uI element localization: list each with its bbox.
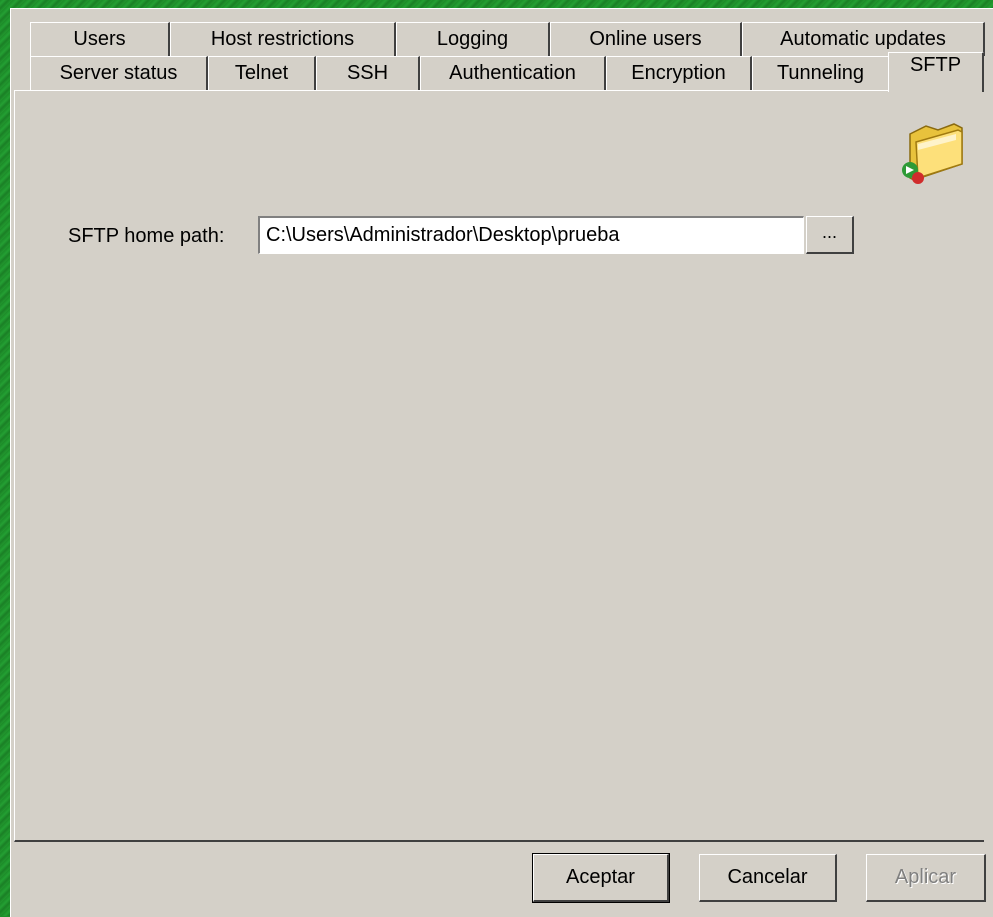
apply-button[interactable]: Aplicar [866, 854, 986, 902]
tab-label: Automatic updates [780, 28, 946, 50]
sftp-panel [14, 90, 984, 842]
tab-authentication[interactable]: Authentication [420, 56, 606, 90]
tab-automatic-updates[interactable]: Automatic updates [742, 22, 985, 56]
tab-label: Tunneling [776, 62, 865, 84]
tab-users[interactable]: Users [30, 22, 170, 56]
cancel-button[interactable]: Cancelar [699, 854, 837, 902]
tab-online-users[interactable]: Online users [550, 22, 742, 56]
tab-host-restrictions[interactable]: Host restrictions [170, 22, 396, 56]
ok-button[interactable]: Aceptar [532, 853, 670, 903]
sftp-home-path-input[interactable]: C:\Users\Administrador\Desktop\prueba [258, 216, 804, 254]
tab-label: Telnet [234, 62, 289, 84]
tab-label: Users [73, 28, 126, 50]
tab-label: Online users [589, 28, 702, 50]
tab-label: Authentication [449, 62, 576, 84]
cancel-button-label: Cancelar [727, 866, 808, 888]
tab-label: SSH [346, 62, 389, 84]
ok-button-label: Aceptar [566, 866, 635, 888]
tab-label: Server status [59, 62, 178, 84]
tab-server-status[interactable]: Server status [30, 56, 208, 90]
tab-label: SFTP [909, 54, 962, 76]
tab-label: Encryption [631, 62, 726, 84]
tab-label: Host restrictions [210, 28, 355, 50]
tab-label: Logging [436, 28, 509, 50]
tab-sftp[interactable]: SFTP [888, 52, 984, 92]
browse-button[interactable]: ... [806, 216, 854, 254]
apply-button-label: Aplicar [894, 866, 957, 888]
tab-encryption[interactable]: Encryption [606, 56, 752, 90]
tab-ssh[interactable]: SSH [316, 56, 420, 90]
sftp-home-path-label: SFTP home path: [68, 225, 225, 247]
tab-telnet[interactable]: Telnet [208, 56, 316, 90]
folder-icon [902, 123, 963, 184]
tab-logging[interactable]: Logging [396, 22, 550, 56]
tab-tunneling[interactable]: Tunneling [752, 56, 890, 90]
